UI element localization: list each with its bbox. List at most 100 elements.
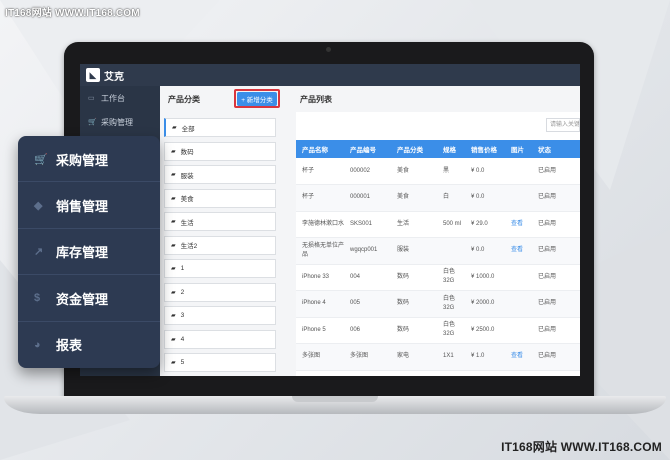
table-cell: 004 [344,264,391,291]
category-label: 生活2 [180,243,198,250]
overlay-menu-label: 库存管理 [56,245,109,261]
table-row[interactable]: 绿一冰红茶BHC001饮料250 ml¥ 3.0查看已启用 [296,370,580,376]
table-cell [437,237,465,265]
category-label: 全部 [181,125,195,133]
table-cell: 已启用 [532,237,580,265]
category-item[interactable]: ▰ 生活2 [164,235,276,255]
table-cell: ¥ 0.0 [465,237,505,265]
sidebar-item[interactable]: ▭ 工作台 [80,86,160,110]
table-cell: 已启用 [532,343,580,371]
table-header: 状态 [532,140,580,158]
table-row[interactable]: 多张图 多张图 家电 1X1 ¥ 1.0 查看 已启用 [296,343,580,371]
table-row[interactable]: 无损格无单位产品 wgqcp001 服装 ¥ 0.0 查看 已启用 [296,237,580,265]
category-item[interactable]: ▰ 服装 [164,165,276,184]
overlay-menu-item[interactable]: ↗ 库存管理 [18,229,160,276]
table-cell: ¥ 29.0 [465,211,505,238]
table-cell: ¥ 3.0 [465,370,505,376]
category-label: 生活 [180,219,194,227]
overlay-menu-item[interactable]: $ 资金管理 [18,275,160,322]
table-cell: 数码 [391,264,437,291]
folder-icon: ▰ [171,172,176,178]
table-header: 产品分类 [391,140,437,158]
overlay-menu-item[interactable]: 🛒 采购管理 [18,136,160,183]
table-row[interactable]: 杯子 000001 美食白 ¥ 0.0 已启用 [296,184,580,212]
category-item[interactable]: ▰ 美食 [164,188,276,208]
table-cell: 005 [344,290,391,318]
table-cell: 绿一冰红茶 [296,370,344,376]
table-cell: 500 ml [437,211,465,238]
table-cell: 已启用 [532,158,580,185]
category-item[interactable]: ▰ 4 [164,329,276,349]
view-image-link[interactable]: 查看 [505,237,532,265]
cart-icon: 🛒 [34,153,48,166]
category-item[interactable]: ▰ 全部 [164,118,276,137]
table-cell: 已启用 [532,370,580,376]
folder-icon: ▰ [171,289,176,296]
category-item[interactable]: ▰ 2 [164,282,276,302]
camera [326,47,331,52]
tag-icon: ◆ [34,200,43,213]
table-cell: 白色 32G [437,317,465,344]
overlay-menu-label: 采购管理 [56,152,109,168]
table-cell: wgqcp001 [344,237,391,265]
table-row[interactable]: iPhone 4 005 数码 白色 32G ¥ 2000.0 已启用 [296,290,580,318]
table-cell: 250 ml [437,370,465,376]
table-cell: 李施德林漱口水 [296,211,344,238]
add-category-button[interactable]: + 新增分类 [234,89,280,108]
category-item[interactable]: ▰ 数码 [164,141,276,161]
category-panel-title: 产品分类 [168,94,200,104]
category-label: 3 [180,312,185,319]
view-image-link[interactable]: 查看 [505,343,532,371]
table-cell: 000002 [344,158,391,185]
overlay-menu-label: 报表 [56,338,83,354]
category-label: 5 [180,359,185,366]
table-cell: ¥ 0.0 [465,184,505,212]
table-cell: ¥ 2500.0 [465,317,505,344]
table-cell: 已启用 [532,211,580,238]
search-input[interactable]: 请输入关键 [546,118,580,132]
table-cell: 数码 [391,317,437,344]
table-cell: ¥ 1000.0 [465,264,505,291]
sidebar-item-label: 采购管理 [101,117,133,127]
category-label: 1 [180,265,185,272]
category-label: 4 [180,335,185,343]
monitor-icon: ▭ [88,95,95,102]
category-item[interactable]: ▰ 3 [164,306,276,325]
table-cell: 美食 [391,158,437,185]
overlay-menu: 🛒 采购管理 ◆ 销售管理 ↗ 库存管理 $ 资金管理 ◕ 报表 [18,136,160,368]
table-header: 产品名称 [296,140,344,158]
table-row[interactable]: iPhone 5 006 数码 白色 32G ¥ 2500.0 已启用 [296,317,580,344]
table-cell: ¥ 0.0 [465,158,505,185]
category-item[interactable]: ▰ 生活 [164,212,276,231]
table-cell: 服装 [391,237,437,265]
table-cell: 已启用 [532,290,580,318]
table-row[interactable]: iPhone 33 004 数码 白色 32G ¥ 1000.0 已启用 [296,264,580,291]
table-cell: 000001 [344,184,391,212]
table-cell: 白 [437,184,465,212]
folder-icon: ▰ [171,219,176,225]
category-item[interactable]: ▰ 1 [164,259,276,278]
top-bar: ◣ 艾克 [80,64,580,86]
table-row[interactable]: 杯子 000002 美食黑 ¥ 0.0 已启用 [296,158,580,185]
watermark-top: IT168网站 WWW.IT168.COM [5,8,140,19]
table-cell: 白色 32G [437,264,465,291]
view-image-link[interactable]: 查看 [505,211,532,238]
table-cell: 杯子 [296,158,344,185]
chart-icon: ↗ [34,246,44,259]
sidebar-item[interactable]: 🛒 采购管理 [80,110,160,134]
view-image-link[interactable]: 查看 [505,370,532,376]
category-item[interactable]: ▰ 5 [164,353,276,372]
folder-icon: ▰ [171,336,176,343]
table-cell: 生活 [391,211,437,238]
overlay-menu-item[interactable]: ◕ 报表 [18,322,160,368]
overlay-menu-item[interactable]: ◆ 销售管理 [18,182,160,229]
category-label: 美食 [180,196,194,203]
product-panel-title: 产品列表 [300,94,332,104]
table-cell [505,290,532,318]
table-cell: 杯子 [296,184,344,212]
folder-icon: ▰ [171,242,176,249]
table-cell: 白色 32G [437,290,465,318]
table-row[interactable]: 李施德林漱口水 SKS001 生活 500 ml ¥ 29.0 查看 已启用 [296,211,580,238]
cart-icon: 🛒 [88,119,97,126]
table-cell: ¥ 1.0 [465,343,505,371]
